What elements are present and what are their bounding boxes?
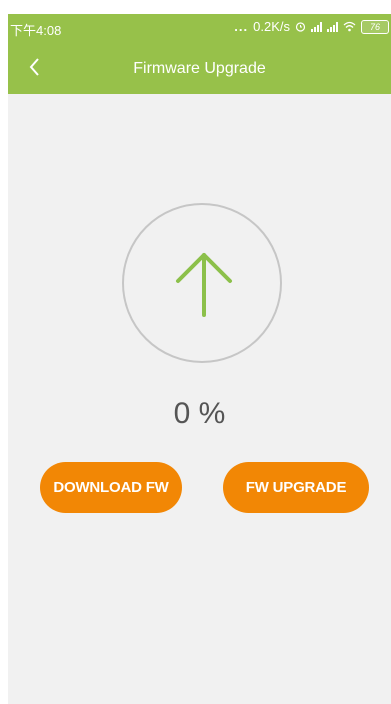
fw-upgrade-button[interactable]: FW UPGRADE xyxy=(223,462,369,513)
app-header: 下午4:08 ... 0.2K/s 76 Firmware Upgrade xyxy=(8,14,391,94)
download-fw-button[interactable]: DOWNLOAD FW xyxy=(40,462,182,513)
signal-icon-2 xyxy=(327,21,338,32)
app-screen: 下午4:08 ... 0.2K/s 76 Firmware Upgrade 0 … xyxy=(8,14,391,704)
page-title: Firmware Upgrade xyxy=(133,60,266,77)
battery-icon: 76 xyxy=(361,19,389,34)
upload-progress-circle xyxy=(122,203,282,363)
signal-icon xyxy=(311,21,322,32)
notification-dots: ... xyxy=(234,19,249,34)
nav-bar: Firmware Upgrade xyxy=(8,42,391,94)
progress-percent: 0 % xyxy=(173,397,226,430)
status-bar: 下午4:08 ... 0.2K/s 76 xyxy=(8,14,391,40)
status-time: 下午4:08 xyxy=(10,23,62,38)
wifi-icon xyxy=(343,21,356,32)
alarm-icon xyxy=(295,22,306,32)
network-speed: 0.2K/s xyxy=(253,19,290,34)
arrow-up-icon xyxy=(176,253,232,317)
status-icons: ... 0.2K/s 76 xyxy=(234,19,389,34)
